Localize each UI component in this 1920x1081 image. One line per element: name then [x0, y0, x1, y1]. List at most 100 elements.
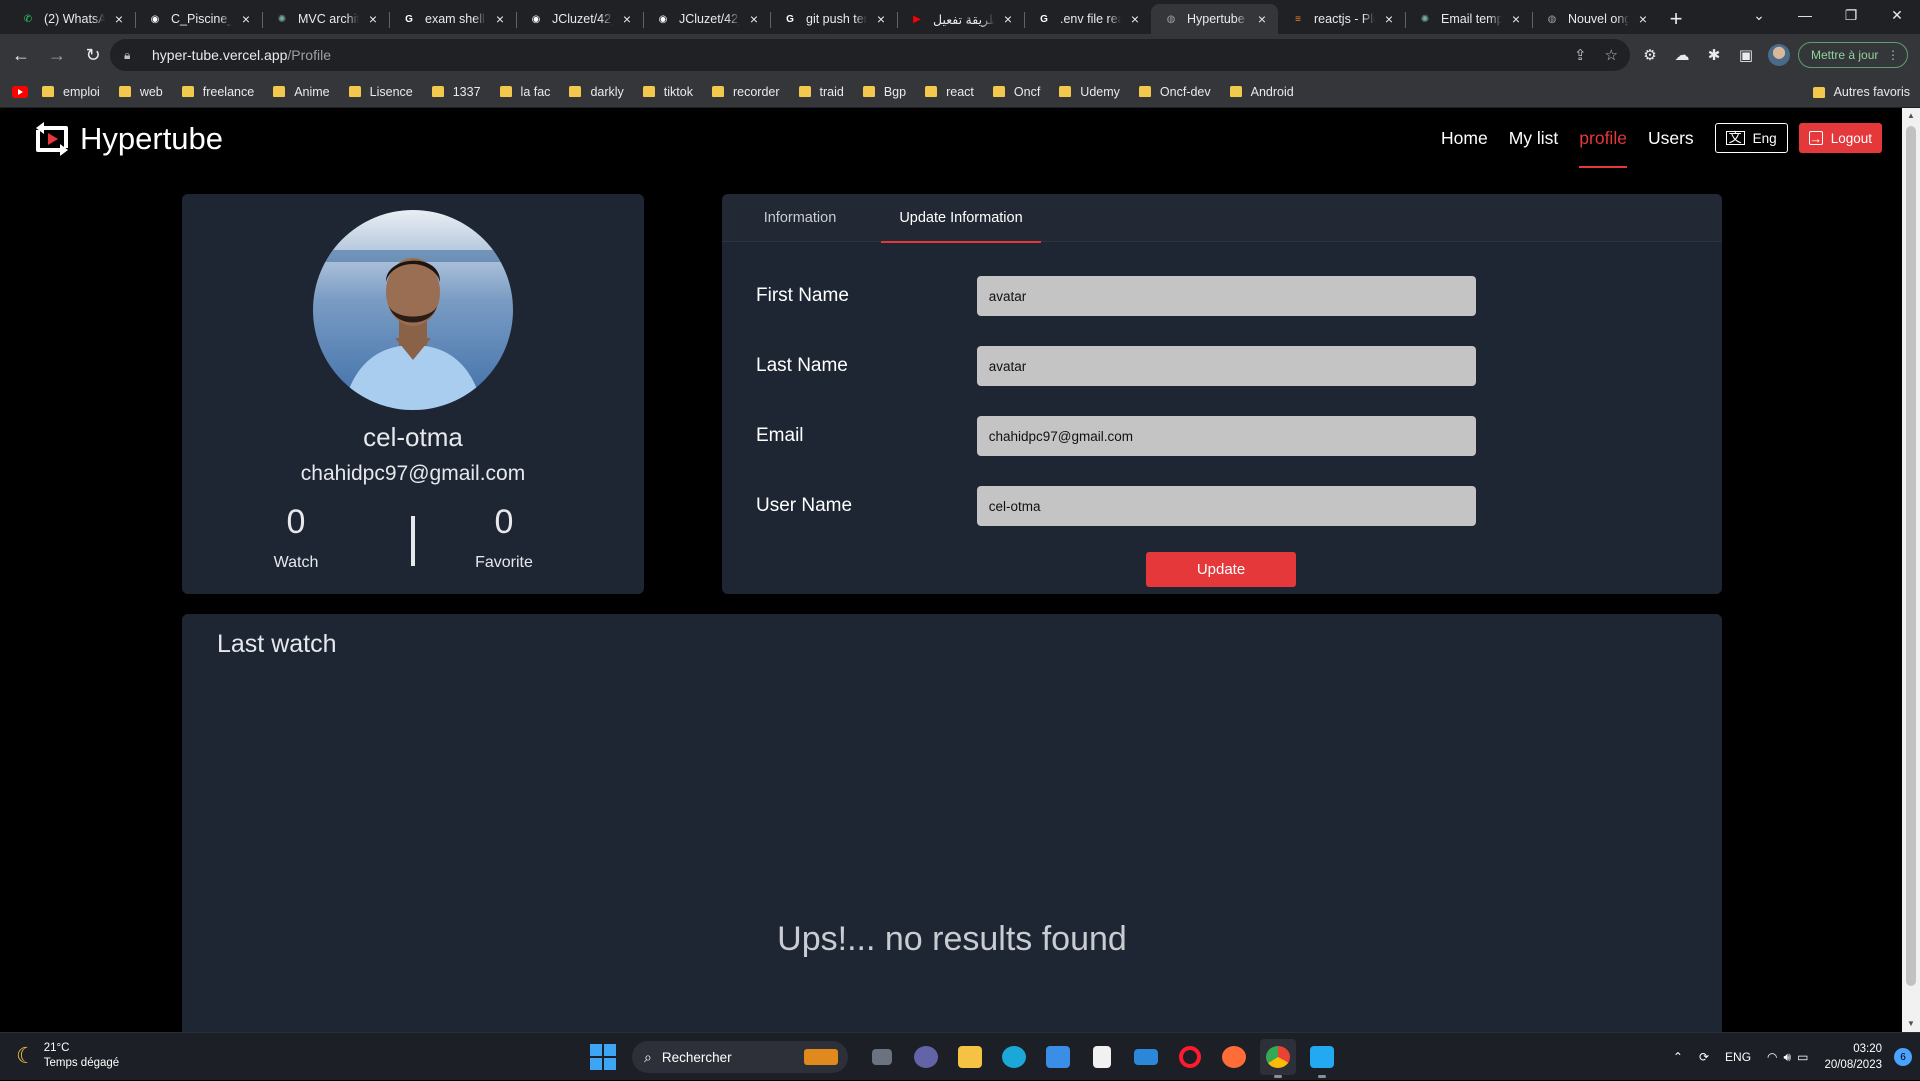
- share-icon[interactable]: ⇪: [1574, 46, 1587, 64]
- teams-chat-icon[interactable]: [908, 1039, 944, 1075]
- browser-tab[interactable]: ◉ JCluzet/42_EXAM ×: [516, 4, 643, 34]
- brand-link[interactable]: Hypertube: [30, 118, 223, 160]
- taskbar-search[interactable]: ⌕ Rechercher: [632, 1041, 848, 1073]
- file-explorer-icon[interactable]: [952, 1039, 988, 1075]
- browser-tab[interactable]: ✺ MVC architecture ×: [262, 4, 389, 34]
- restore-button[interactable]: ❐: [1828, 0, 1874, 30]
- scrollbar-thumb[interactable]: [1906, 126, 1916, 986]
- scroll-up-icon[interactable]: ▲: [1902, 108, 1920, 124]
- extension-cloud-icon[interactable]: ☁: [1672, 46, 1692, 64]
- sync-icon[interactable]: ⟳: [1699, 1050, 1709, 1064]
- bookmark-folder[interactable]: la fac: [499, 85, 550, 99]
- battery-icon[interactable]: ▭: [1797, 1050, 1808, 1064]
- bookmark-folder[interactable]: darkly: [569, 85, 624, 99]
- profile-avatar-icon[interactable]: [1768, 44, 1790, 66]
- notification-badge[interactable]: 6: [1894, 1048, 1912, 1066]
- browser-tab[interactable]: ✆ (2) WhatsApp ×: [8, 4, 135, 34]
- browser-tab[interactable]: Ggit push tem ×: [770, 4, 897, 34]
- nav-link-profile[interactable]: profile: [1579, 108, 1627, 168]
- username-input[interactable]: [976, 486, 1476, 526]
- nav-link-my-list[interactable]: My list: [1509, 108, 1559, 168]
- minimize-button[interactable]: —: [1782, 0, 1828, 30]
- email-field[interactable]: [976, 416, 1476, 456]
- bookmark-folder[interactable]: emploi: [42, 85, 100, 99]
- bookmark-folder[interactable]: 1337: [431, 85, 481, 99]
- tab-close-icon[interactable]: ×: [365, 11, 381, 27]
- browser-tab[interactable]: Gexam shell 42 ×: [389, 4, 516, 34]
- bookmark-folder[interactable]: tiktok: [642, 85, 693, 99]
- close-window-button[interactable]: ✕: [1874, 0, 1920, 30]
- forward-icon[interactable]: →: [42, 40, 72, 70]
- lock-icon[interactable]: 🔒︎: [124, 48, 140, 63]
- language-button[interactable]: 文 Eng: [1714, 123, 1788, 153]
- edge-icon[interactable]: [996, 1039, 1032, 1075]
- update-browser-button[interactable]: Mettre à jour ⋮: [1798, 42, 1908, 68]
- extensions-puzzle-icon[interactable]: ✱: [1704, 46, 1724, 64]
- microsoft-store-icon[interactable]: [1040, 1039, 1076, 1075]
- tray-chevron-icon[interactable]: ⌃: [1673, 1050, 1683, 1064]
- tab-information[interactable]: Information: [740, 194, 860, 242]
- vscode-icon[interactable]: [1304, 1039, 1340, 1078]
- tab-close-icon[interactable]: ×: [1381, 11, 1397, 27]
- volume-icon[interactable]: 🔊︎: [1784, 1050, 1792, 1065]
- browser-tab[interactable]: ≡ reactjs - Please ×: [1278, 4, 1405, 34]
- youtube-bookmark-icon[interactable]: [12, 85, 28, 98]
- browser-tab[interactable]: G .env file react ×: [1024, 4, 1151, 34]
- tab-close-icon[interactable]: ×: [746, 11, 762, 27]
- nav-link-home[interactable]: Home: [1441, 108, 1488, 168]
- bookmark-folder[interactable]: traid: [798, 85, 844, 99]
- browser-tab[interactable]: ◍ Hypertube ×: [1151, 4, 1278, 34]
- first-name-input[interactable]: [976, 276, 1476, 316]
- last-name-input[interactable]: [976, 346, 1476, 386]
- tab-close-icon[interactable]: ×: [492, 11, 508, 27]
- bookmark-folder[interactable]: Anime: [273, 85, 330, 99]
- mail-icon[interactable]: [1128, 1039, 1164, 1075]
- browser-tab[interactable]: ◍ Nouvel onglet ×: [1532, 4, 1659, 34]
- side-panel-icon[interactable]: ▣: [1736, 46, 1756, 64]
- bookmark-folder[interactable]: react: [925, 85, 974, 99]
- tab-search-icon[interactable]: ⌄: [1736, 0, 1782, 30]
- logout-button[interactable]: → Logout: [1798, 123, 1882, 153]
- browser-tab[interactable]: ◉ JCluzet/42_EXAM ×: [643, 4, 770, 34]
- tab-close-icon[interactable]: ×: [238, 11, 254, 27]
- tab-close-icon[interactable]: ×: [111, 11, 127, 27]
- bookmark-folder[interactable]: Lisence: [348, 85, 413, 99]
- bookmark-folder[interactable]: web: [118, 85, 163, 99]
- opera-icon[interactable]: [1172, 1039, 1208, 1075]
- tab-close-icon[interactable]: ×: [1635, 11, 1651, 27]
- chrome-icon[interactable]: [1260, 1039, 1296, 1078]
- nav-link-users[interactable]: Users: [1648, 108, 1694, 168]
- tab-close-icon[interactable]: ×: [1127, 11, 1143, 27]
- other-bookmarks[interactable]: Autres favoris: [1834, 85, 1910, 99]
- update-button[interactable]: Update: [1146, 552, 1296, 587]
- clock[interactable]: 03:20 20/08/2023: [1824, 1041, 1882, 1073]
- bookmark-folder[interactable]: recorder: [711, 85, 780, 99]
- notepad-icon[interactable]: [1084, 1039, 1120, 1075]
- tab-close-icon[interactable]: ×: [873, 11, 889, 27]
- tab-close-icon[interactable]: ×: [619, 11, 635, 27]
- extension-gear-icon[interactable]: ⚙: [1640, 46, 1660, 64]
- browser-tab[interactable]: ✺ Email template ×: [1405, 4, 1532, 34]
- bookmark-folder[interactable]: Android: [1229, 85, 1294, 99]
- bookmark-folder[interactable]: Udemy: [1059, 85, 1120, 99]
- new-tab-button[interactable]: +: [1659, 4, 1693, 34]
- scroll-down-icon[interactable]: ▼: [1902, 1016, 1920, 1032]
- tab-close-icon[interactable]: ×: [1000, 11, 1016, 27]
- wifi-icon[interactable]: ◠: [1767, 1050, 1777, 1064]
- reload-icon[interactable]: ↻: [78, 40, 108, 70]
- browser-tab[interactable]: ▶ طريقة تفعيل ×: [897, 4, 1024, 34]
- task-view-icon[interactable]: [864, 1039, 900, 1075]
- bookmark-star-icon[interactable]: ☆: [1605, 46, 1618, 64]
- language-indicator[interactable]: ENG: [1725, 1050, 1751, 1064]
- tab-close-icon[interactable]: ×: [1254, 11, 1270, 27]
- bookmark-folder[interactable]: freelance: [181, 85, 254, 99]
- postman-icon[interactable]: [1216, 1039, 1252, 1075]
- bookmark-folder[interactable]: Oncf: [992, 85, 1040, 99]
- start-button[interactable]: [590, 1044, 616, 1070]
- browser-tab[interactable]: ◉ C_Piscine_42 ×: [135, 4, 262, 34]
- back-icon[interactable]: ←: [6, 40, 36, 70]
- page-scrollbar[interactable]: ▲ ▼: [1902, 108, 1920, 1032]
- tab-close-icon[interactable]: ×: [1508, 11, 1524, 27]
- weather-widget[interactable]: ☾ 21°C Temps dégagé: [16, 1041, 119, 1071]
- tab-update-information[interactable]: Update Information: [881, 194, 1041, 243]
